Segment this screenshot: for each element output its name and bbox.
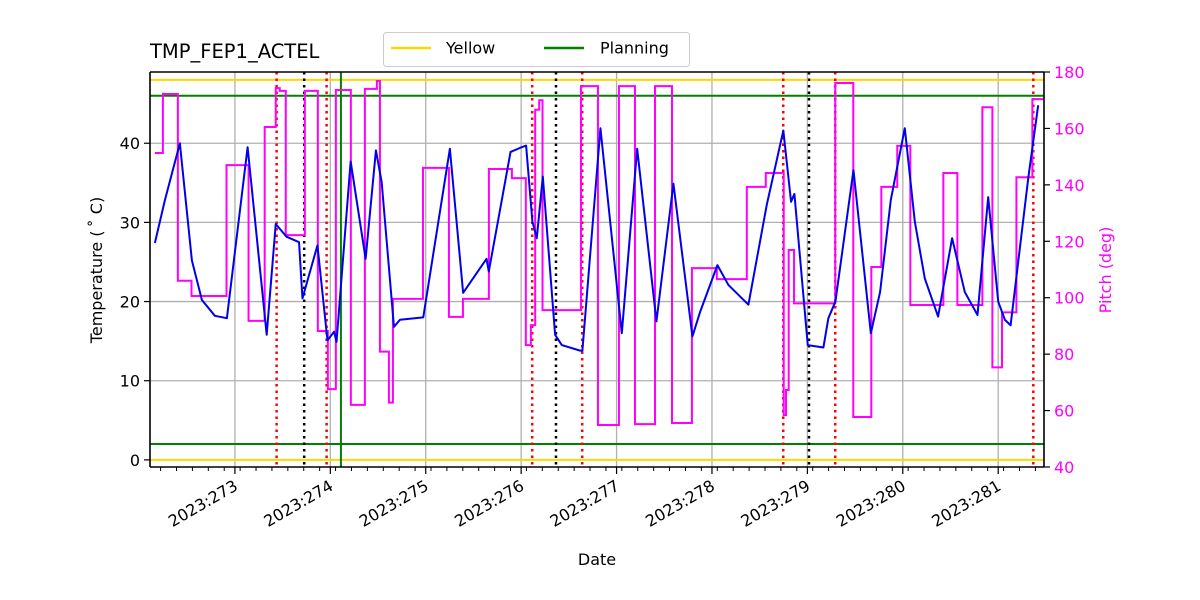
- y-tick-label: 40: [120, 134, 140, 153]
- y2-tick-label: 160: [1054, 119, 1085, 138]
- y2-tick-label: 80: [1054, 345, 1074, 364]
- x-tick-label: 2023:274: [260, 476, 336, 531]
- y2-tick-label: 100: [1054, 289, 1085, 308]
- x-tick-label: 2023:277: [547, 476, 623, 531]
- chart: 2023:273 2023:274 2023:275 2023:276 2023:277…: [87, 32, 1115, 569]
- x-tick-label: 2023:276: [451, 476, 527, 531]
- y2-tick-label: 180: [1054, 63, 1085, 82]
- legend-label-planning: Planning: [600, 39, 669, 58]
- x-tick-label: 2023:275: [356, 476, 432, 531]
- temperature-series: [153, 105, 1040, 352]
- temperature-line: [153, 105, 1040, 352]
- y-axis-label: Temperature ( ˚ C): [87, 197, 106, 344]
- y2-tick-label: 40: [1054, 458, 1074, 477]
- y-tick-label: 30: [120, 213, 140, 232]
- legend: Yellow Planning: [383, 32, 690, 67]
- x-tick-label: 2023:273: [165, 476, 241, 531]
- y-tick-label: 20: [120, 293, 140, 312]
- x-tick-label: 2023:281: [928, 476, 1004, 531]
- y-tick-label: 0: [130, 451, 140, 470]
- y2-axis-label: Pitch (deg): [1096, 227, 1115, 314]
- x-tick-label: 2023:280: [833, 476, 909, 531]
- chart-title: TMP_FEP1_ACTEL: [149, 40, 320, 63]
- y2-tick-label: 140: [1054, 176, 1085, 195]
- y-tick-label: 10: [120, 372, 140, 391]
- x-tick-label: 2023:278: [642, 476, 718, 531]
- x-tick-label: 2023:279: [737, 476, 813, 531]
- legend-label-yellow: Yellow: [445, 39, 495, 58]
- y2-tick-label: 120: [1054, 232, 1085, 251]
- x-axis-label: Date: [578, 550, 616, 569]
- y2-tick-label: 60: [1054, 402, 1074, 421]
